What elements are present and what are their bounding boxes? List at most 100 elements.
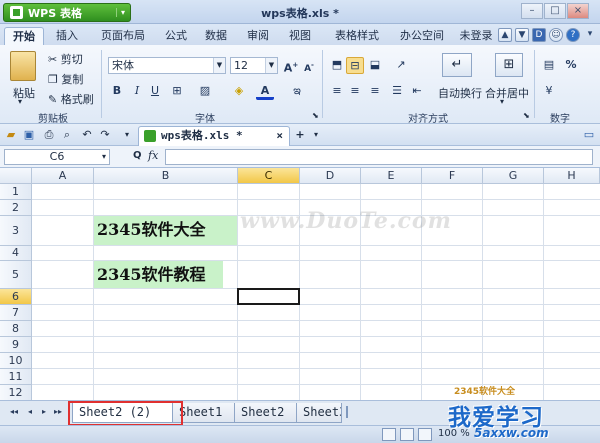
font-color-button[interactable]: A xyxy=(256,83,274,100)
login-link[interactable]: 未登录 xyxy=(456,27,496,45)
currency-icon[interactable]: ¥ xyxy=(540,83,558,100)
spreadsheet-grid[interactable]: A B C D E F G H 1 2 3 4 5 6 7 8 9 10 11 … xyxy=(0,168,600,400)
merge-center-icon[interactable]: ⊞ xyxy=(495,53,523,77)
row-header-11[interactable]: 11 xyxy=(0,369,32,385)
cell-b3[interactable]: 2345软件大全 xyxy=(94,216,237,245)
row-header-7[interactable]: 7 xyxy=(0,305,32,321)
fill-pattern-icon[interactable]: ▨ xyxy=(196,83,214,100)
customize-toolbar-icon[interactable]: ▾ xyxy=(120,128,134,142)
tab-insert[interactable]: 插入 xyxy=(48,27,86,45)
new-tab-button[interactable]: + xyxy=(293,128,307,142)
chevron-down-icon[interactable]: ▾ xyxy=(500,97,504,106)
tab-home[interactable]: 开始 xyxy=(4,27,44,45)
skin-icon[interactable]: ▲ xyxy=(498,28,512,42)
tab-table-style[interactable]: 表格样式 xyxy=(326,27,388,45)
tab-data[interactable]: 数据 xyxy=(198,27,234,45)
tab-review[interactable]: 审阅 xyxy=(240,27,276,45)
formula-input[interactable] xyxy=(165,149,593,165)
expand-alignment-dialog-icon[interactable]: ⬊ xyxy=(523,111,530,120)
cell-b5[interactable]: 2345软件教程 xyxy=(94,261,223,288)
wrap-text-icon[interactable]: ↵ xyxy=(442,53,472,77)
layout-toggle-icon[interactable]: ▭ xyxy=(582,128,596,142)
font-shrink-button[interactable]: A- xyxy=(300,57,318,74)
tab-view[interactable]: 视图 xyxy=(282,27,318,45)
align-right-icon[interactable]: ≡ xyxy=(366,83,384,100)
paste-icon[interactable] xyxy=(10,51,36,81)
cut-button[interactable]: ✂ 剪切 xyxy=(48,51,83,67)
minimize-button[interactable]: – xyxy=(521,3,543,19)
row-header-5[interactable]: 5 xyxy=(0,261,32,289)
format-painter-button[interactable]: ✎ 格式刷 xyxy=(48,91,94,107)
print-icon[interactable]: ⎙ xyxy=(42,128,56,142)
name-box[interactable]: C6 ▾ xyxy=(4,149,110,165)
undo-icon[interactable]: ↶ xyxy=(80,128,94,142)
row-header-6[interactable]: 6 xyxy=(0,289,32,305)
next-sheet-button[interactable]: ▸ xyxy=(42,407,46,416)
copy-button[interactable]: ❐ 复制 xyxy=(48,71,83,87)
justify-icon[interactable]: ☰ xyxy=(388,83,406,100)
borders-icon[interactable]: ⊞ xyxy=(168,83,186,100)
paste-button[interactable]: 粘贴 xyxy=(13,85,35,101)
page-layout-view-icon[interactable] xyxy=(400,428,414,441)
italic-button[interactable]: I xyxy=(128,83,146,100)
open-folder-icon[interactable]: ▰ xyxy=(4,128,18,142)
column-header-e[interactable]: E xyxy=(361,168,422,184)
tab-office-space[interactable]: 办公空间 xyxy=(392,27,452,45)
percent-button[interactable]: % xyxy=(562,57,580,74)
page-break-view-icon[interactable] xyxy=(418,428,432,441)
document-tab[interactable]: wps表格.xls * × xyxy=(138,126,290,146)
docer-icon[interactable]: D xyxy=(532,28,546,42)
row-header-4[interactable]: 4 xyxy=(0,246,32,261)
row-header-9[interactable]: 9 xyxy=(0,337,32,353)
font-grow-button[interactable]: A+ xyxy=(282,57,300,75)
column-header-f[interactable]: F xyxy=(422,168,483,184)
tab-formulas[interactable]: 公式 xyxy=(158,27,194,45)
font-size-select[interactable]: 12 ▼ xyxy=(230,57,278,74)
redo-icon[interactable]: ↷ xyxy=(98,128,112,142)
print-preview-icon[interactable]: ⌕ xyxy=(60,128,74,142)
font-name-select[interactable]: 宋体 ▼ xyxy=(108,57,226,74)
decrease-indent-icon[interactable]: ⇤ xyxy=(408,83,426,100)
chevron-down-icon[interactable]: ▾ xyxy=(309,128,323,142)
column-header-c[interactable]: C xyxy=(238,168,300,184)
row-header-3[interactable]: 3 xyxy=(0,216,32,246)
row-header-2[interactable]: 2 xyxy=(0,200,32,216)
help-icon[interactable]: ? xyxy=(566,28,580,42)
sheet-tab-sheet2[interactable]: Sheet2 xyxy=(234,403,298,423)
close-tab-icon[interactable]: × xyxy=(276,127,283,145)
row-header-8[interactable]: 8 xyxy=(0,321,32,337)
sheet-tab-sheet3[interactable]: Sheet3 xyxy=(296,403,342,423)
normal-view-icon[interactable] xyxy=(382,428,396,441)
chevron-down-icon[interactable]: ▾ xyxy=(583,28,597,42)
bold-button[interactable]: B xyxy=(108,83,126,100)
tab-page-layout[interactable]: 页面布局 xyxy=(92,27,154,45)
fill-color-icon[interactable]: ◈ xyxy=(230,83,248,100)
column-header-h[interactable]: H xyxy=(544,168,600,184)
shirt-icon[interactable]: ▼ xyxy=(515,28,529,42)
first-sheet-button[interactable]: ◂◂ xyxy=(10,407,18,416)
select-all-corner[interactable] xyxy=(0,168,32,184)
merge-center-button[interactable]: 合并居中 xyxy=(485,85,529,101)
align-middle-icon[interactable]: ⊟ xyxy=(346,57,364,74)
active-cell-c6[interactable] xyxy=(237,288,300,305)
expand-font-dialog-icon[interactable]: ⬊ xyxy=(312,111,319,120)
maximize-button[interactable]: □ xyxy=(544,3,566,19)
row-header-10[interactable]: 10 xyxy=(0,353,32,369)
wrap-text-button[interactable]: 自动换行 xyxy=(438,85,482,101)
zoom-formula-icon[interactable]: Q xyxy=(133,150,142,161)
underline-button[interactable]: U xyxy=(146,83,164,100)
chevron-down-icon[interactable]: ▾ xyxy=(18,97,22,106)
user-icon[interactable]: ☺ xyxy=(549,28,563,42)
column-header-d[interactable]: D xyxy=(300,168,361,184)
insert-function-button[interactable]: fx xyxy=(148,149,158,162)
align-center-icon[interactable]: ≡ xyxy=(346,83,364,100)
row-header-1[interactable]: 1 xyxy=(0,184,32,200)
align-bottom-icon[interactable]: ⬓ xyxy=(366,57,384,74)
align-top-icon[interactable]: ⬒ xyxy=(328,57,346,74)
close-button[interactable]: × xyxy=(567,3,589,19)
tab-splitter-handle[interactable] xyxy=(346,406,352,418)
phonetic-icon[interactable]: ఇ xyxy=(288,83,306,100)
column-header-g[interactable]: G xyxy=(483,168,544,184)
text-orientation-icon[interactable]: ↗ xyxy=(392,57,410,74)
prev-sheet-button[interactable]: ◂ xyxy=(28,407,32,416)
